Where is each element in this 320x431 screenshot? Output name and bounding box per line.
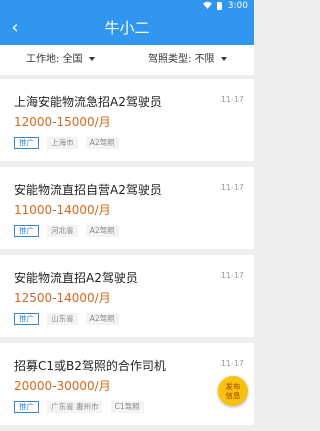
license-filter-label: 驾照类型: xyxy=(148,54,192,65)
promo-badge: 推广 xyxy=(14,225,39,237)
job-salary: 12500-14000/月 xyxy=(14,291,111,305)
location-tag: 河北省 xyxy=(47,225,78,237)
job-title: 上海安能物流急招A2驾驶员 xyxy=(14,95,162,109)
job-date: 11-17 xyxy=(220,359,244,368)
job-title: 招募C1或B2驾照的合作司机 xyxy=(14,359,166,373)
job-list: 上海安能物流急招A2驾驶员 11-17 12000-15000/月 推广 上海市… xyxy=(0,79,254,431)
post-info-label-line1: 发布 xyxy=(225,382,241,391)
job-salary: 20000-30000/月 xyxy=(14,379,111,393)
job-title: 安能物流直招A2驾驶员 xyxy=(14,271,138,285)
job-date: 11-17 xyxy=(220,183,244,192)
promo-badge: 推广 xyxy=(14,401,39,413)
job-tags: 推广 广东省 惠州市 C1驾照 xyxy=(14,401,147,414)
license-tag: A2驾照 xyxy=(85,225,119,237)
location-filter[interactable]: 工作地: 全国 xyxy=(26,45,95,75)
job-salary: 12000-15000/月 xyxy=(14,115,111,129)
job-date: 11-17 xyxy=(220,271,244,280)
wifi-icon xyxy=(203,1,212,12)
license-filter-value: 不限 xyxy=(194,54,215,65)
license-tag: C1驾照 xyxy=(110,401,144,413)
job-salary: 11000-14000/月 xyxy=(14,203,111,217)
promo-badge: 推广 xyxy=(14,313,39,325)
job-tags: 推广 山东省 A2驾照 xyxy=(14,313,122,326)
filter-bar: 工作地: 全国 驾照类型: 不限 xyxy=(0,45,254,75)
location-tag: 山东省 xyxy=(47,313,78,325)
job-card[interactable]: 安能物流直招自营A2驾驶员 11-17 11000-14000/月 推广 河北省… xyxy=(0,167,254,249)
job-title: 安能物流直招自营A2驾驶员 xyxy=(14,183,162,197)
battery-icon xyxy=(217,2,222,10)
status-bar: 3:00 xyxy=(0,0,254,12)
status-time: 3:00 xyxy=(227,1,248,11)
job-tags: 推广 上海市 A2驾照 xyxy=(14,137,122,150)
location-tag: 广东省 惠州市 xyxy=(47,401,103,413)
post-info-label-line2: 信息 xyxy=(225,391,241,400)
location-tag: 上海市 xyxy=(47,137,78,149)
app-bar: ‹ 牛小二 xyxy=(0,12,254,45)
job-date: 11-17 xyxy=(220,95,244,104)
promo-badge: 推广 xyxy=(14,137,39,149)
job-card[interactable]: 安能物流直招A2驾驶员 11-17 12500-14000/月 推广 山东省 A… xyxy=(0,255,254,337)
location-filter-label: 工作地: xyxy=(26,54,60,65)
dropdown-caret-icon xyxy=(220,57,227,61)
job-card[interactable]: 上海安能物流急招A2驾驶员 11-17 12000-15000/月 推广 上海市… xyxy=(0,79,254,161)
post-info-button[interactable]: 发布 信息 xyxy=(218,376,248,406)
license-filter[interactable]: 驾照类型: 不限 xyxy=(148,45,227,75)
job-tags: 推广 河北省 A2驾照 xyxy=(14,225,122,238)
license-tag: A2驾照 xyxy=(85,137,119,149)
dropdown-caret-icon xyxy=(88,57,95,61)
job-card[interactable]: 招募C1或B2驾照的合作司机 11-17 20000-30000/月 推广 广东… xyxy=(0,343,254,425)
location-filter-value: 全国 xyxy=(62,54,83,65)
page-title: 牛小二 xyxy=(104,19,150,37)
license-tag: A2驾照 xyxy=(85,313,119,325)
